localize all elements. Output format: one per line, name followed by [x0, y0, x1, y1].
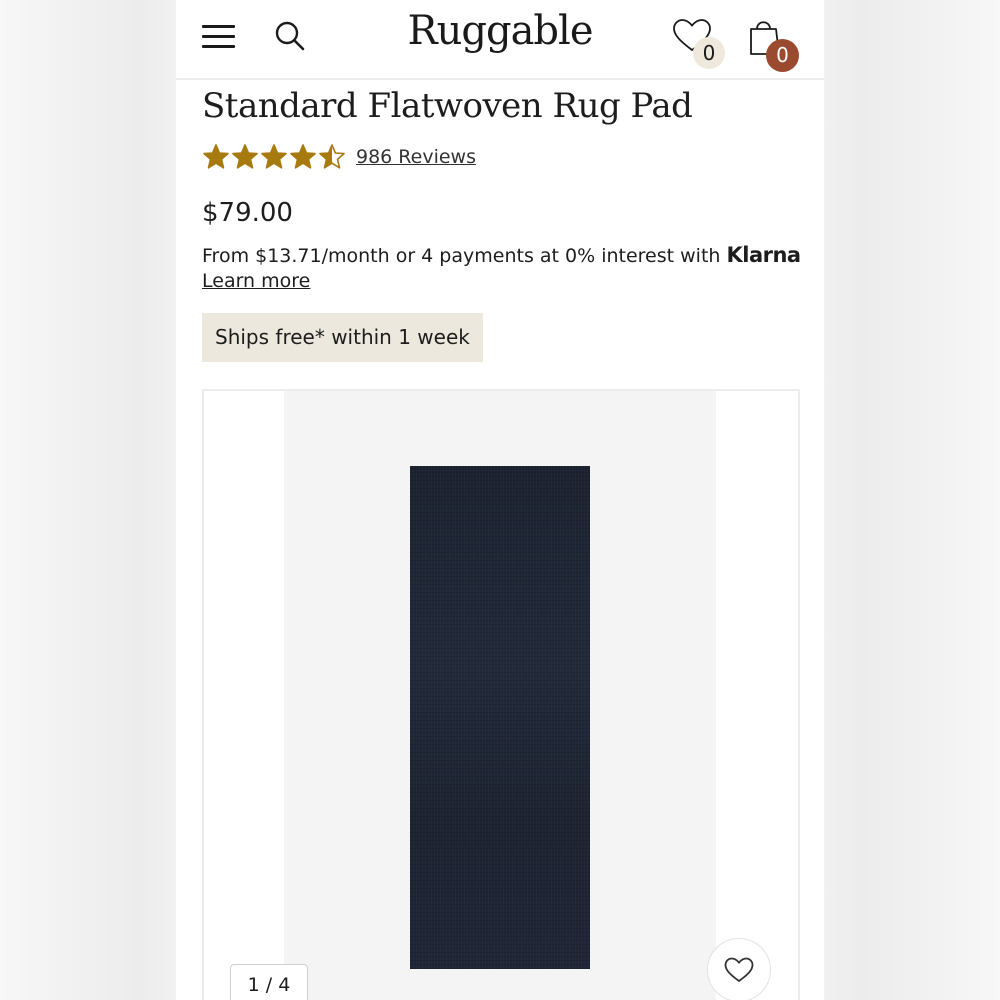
financing-info: From $13.71/month or 4 payments at 0% in… — [202, 243, 802, 294]
rug-pad-image[interactable] — [410, 466, 590, 969]
star-full-icon — [232, 144, 258, 169]
star-full-icon — [261, 144, 287, 169]
brand-logo[interactable]: Ruggable — [176, 8, 824, 54]
klarna-logo: Klarna — [726, 243, 801, 267]
star-half-icon — [319, 144, 345, 169]
site-header: Ruggable 0 0 — [176, 0, 824, 80]
rating-row: 986 Reviews — [202, 140, 476, 174]
cart-count-badge: 0 — [766, 39, 799, 72]
mobile-page: Ruggable 0 0 Standard Flatwoven Rug Pad … — [176, 0, 824, 1000]
product-image-frame — [284, 391, 716, 1000]
product-title: Standard Flatwoven Rug Pad — [202, 86, 693, 126]
learn-more-link[interactable]: Learn more — [202, 270, 310, 292]
star-full-icon — [290, 144, 316, 169]
reviews-link[interactable]: 986 Reviews — [356, 146, 476, 168]
financing-text: From $13.71/month or 4 payments at 0% in… — [202, 245, 721, 267]
star-rating — [202, 143, 347, 171]
product-price: $79.00 — [202, 198, 293, 228]
product-image-gallery[interactable]: 1 / 4 — [202, 389, 800, 1000]
star-full-icon — [203, 144, 229, 169]
wishlist-count-badge: 0 — [693, 37, 725, 69]
heart-outline-icon — [724, 957, 754, 983]
shipping-badge: Ships free* within 1 week — [202, 313, 483, 362]
image-counter: 1 / 4 — [230, 964, 308, 1000]
favorite-button[interactable] — [707, 938, 771, 1000]
